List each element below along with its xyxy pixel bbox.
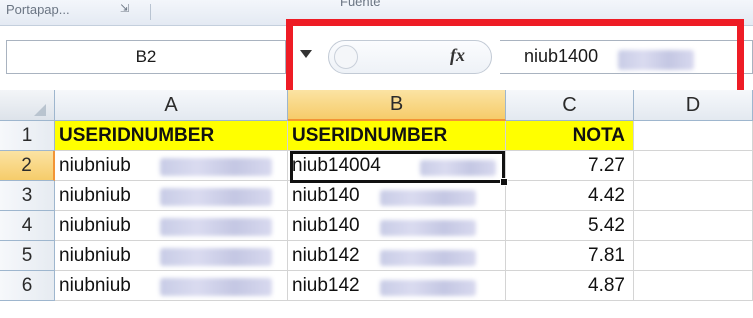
redacted-blur [380, 250, 476, 266]
row-header-6[interactable]: 6 [0, 271, 55, 301]
column-header-c[interactable]: C [506, 90, 634, 121]
annotation-highlight-box [286, 19, 744, 99]
redacted-blur [160, 218, 272, 236]
cell-a1[interactable]: USERIDNUMBER [55, 121, 288, 151]
column-header-d[interactable]: D [634, 90, 753, 121]
cell-c5[interactable]: 7.81 [506, 241, 634, 271]
cell-d2[interactable] [634, 151, 753, 181]
dialog-launcher-icon[interactable]: ⇲ [120, 2, 129, 15]
column-header-a[interactable]: A [55, 90, 288, 121]
redacted-blur [160, 158, 272, 176]
active-cell-outline [290, 151, 505, 183]
fill-handle[interactable] [500, 178, 508, 186]
row-header-4[interactable]: 4 [0, 211, 55, 241]
cell-b1[interactable]: USERIDNUMBER [288, 121, 506, 151]
cell-c4[interactable]: 5.42 [506, 211, 634, 241]
cell-d6[interactable] [634, 271, 753, 301]
select-all-button[interactable] [0, 90, 55, 121]
redacted-blur [380, 280, 476, 296]
ribbon-group-font-label[interactable]: Fuente [340, 0, 380, 9]
cell-c6[interactable]: 4.87 [506, 271, 634, 301]
row-header-5[interactable]: 5 [0, 241, 55, 271]
cell-d1[interactable] [634, 121, 753, 151]
cell-d3[interactable] [634, 181, 753, 211]
cell-d4[interactable] [634, 211, 753, 241]
select-all-icon [34, 104, 46, 116]
row-header-2[interactable]: 2 [0, 151, 55, 181]
name-box[interactable]: B2 [6, 40, 286, 74]
row-header-3[interactable]: 3 [0, 181, 55, 211]
ribbon-group-clipboard-label[interactable]: Portapap... [6, 2, 70, 17]
cell-c1[interactable]: NOTA [506, 121, 634, 151]
ribbon-separator [150, 4, 151, 20]
redacted-blur [160, 188, 272, 206]
redacted-blur [380, 190, 476, 206]
cell-c3[interactable]: 4.42 [506, 181, 634, 211]
cell-d5[interactable] [634, 241, 753, 271]
cell-c2[interactable]: 7.27 [506, 151, 634, 181]
redacted-blur [160, 278, 272, 296]
row-header-1[interactable]: 1 [0, 121, 55, 151]
column-header-b[interactable]: B [288, 90, 506, 121]
redacted-blur [380, 220, 476, 236]
redacted-blur [160, 248, 272, 266]
